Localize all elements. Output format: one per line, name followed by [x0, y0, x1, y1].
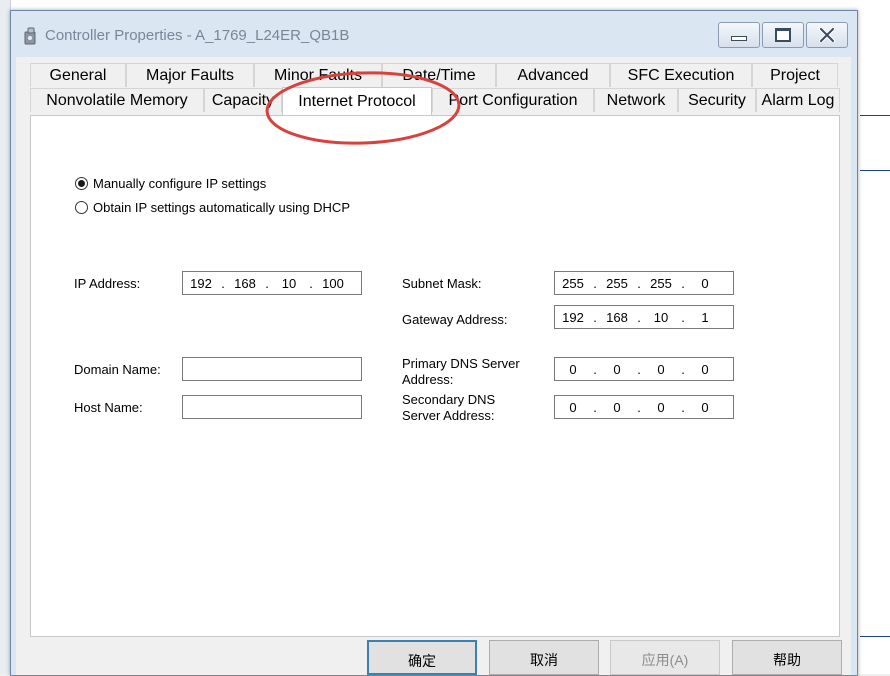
- ip-dot: .: [637, 361, 641, 377]
- ip-dot: .: [265, 275, 269, 291]
- tab-port-configuration[interactable]: Port Configuration: [432, 88, 594, 112]
- secondary-dns-label-line1: Secondary DNS: [402, 392, 496, 407]
- subnet-octet[interactable]: 255: [555, 276, 591, 291]
- manual-ip-radio[interactable]: [75, 177, 88, 190]
- ip-dot: .: [681, 361, 685, 377]
- dns-octet[interactable]: 0: [687, 400, 723, 415]
- host-name-label: Host Name:: [74, 400, 143, 415]
- ip-dot: .: [593, 361, 597, 377]
- manual-ip-label: Manually configure IP settings: [93, 176, 267, 191]
- ip-address-label: IP Address:: [74, 276, 141, 291]
- ip-address-field[interactable]: 192. 168. 10. 100: [182, 271, 362, 295]
- minimize-button[interactable]: [718, 22, 760, 48]
- tab-network[interactable]: Network: [594, 88, 678, 112]
- tab-date-time[interactable]: Date/Time: [382, 63, 496, 87]
- dns-octet[interactable]: 0: [599, 362, 635, 377]
- ip-dot: .: [681, 275, 685, 291]
- primary-dns-label: Primary DNS Server Address:: [402, 356, 520, 388]
- internet-protocol-panel: Manually configure IP settings Obtain IP…: [30, 115, 840, 637]
- ip-octet[interactable]: 168: [227, 276, 263, 291]
- ip-dot: .: [681, 399, 685, 415]
- dns-octet[interactable]: 0: [643, 362, 679, 377]
- dhcp-label: Obtain IP settings automatically using D…: [93, 200, 350, 215]
- dhcp-option[interactable]: Obtain IP settings automatically using D…: [75, 200, 350, 215]
- maximize-icon: [775, 28, 791, 42]
- controller-properties-dialog: Controller Properties - A_1769_L24ER_QB1…: [10, 10, 858, 676]
- ip-dot: .: [637, 399, 641, 415]
- background-line: [860, 170, 890, 171]
- gateway-octet[interactable]: 168: [599, 310, 635, 325]
- subnet-mask-field[interactable]: 255. 255. 255. 0: [554, 271, 734, 295]
- background-top: [0, 0, 890, 10]
- host-name-input[interactable]: [182, 395, 362, 419]
- primary-dns-label-line1: Primary DNS Server: [402, 356, 520, 371]
- background-line: [860, 636, 890, 637]
- maximize-button[interactable]: [762, 22, 804, 48]
- close-icon: [819, 28, 835, 42]
- secondary-dns-field[interactable]: 0. 0. 0. 0: [554, 395, 734, 419]
- apply-button[interactable]: 应用(A): [610, 640, 720, 675]
- tab-nonvolatile-memory[interactable]: Nonvolatile Memory: [30, 88, 204, 112]
- manual-ip-option[interactable]: Manually configure IP settings: [75, 176, 266, 191]
- dialog-client-area: General Major Faults Minor Faults Date/T…: [16, 57, 851, 675]
- tab-general[interactable]: General: [30, 63, 126, 87]
- ok-button[interactable]: 确定: [367, 640, 477, 675]
- subnet-octet[interactable]: 255: [643, 276, 679, 291]
- tab-project[interactable]: Project: [752, 63, 838, 87]
- gateway-octet[interactable]: 1: [687, 310, 723, 325]
- minimize-icon: [731, 35, 747, 41]
- tab-capacity[interactable]: Capacity: [204, 88, 282, 112]
- background-line: [860, 115, 890, 116]
- tab-sfc-execution[interactable]: SFC Execution: [610, 63, 752, 87]
- dns-octet[interactable]: 0: [643, 400, 679, 415]
- subnet-octet[interactable]: 255: [599, 276, 635, 291]
- subnet-octet[interactable]: 0: [687, 276, 723, 291]
- close-button[interactable]: [806, 22, 848, 48]
- subnet-mask-label: Subnet Mask:: [402, 276, 482, 291]
- ip-octet[interactable]: 192: [183, 276, 219, 291]
- ip-octet[interactable]: 100: [315, 276, 351, 291]
- domain-name-label: Domain Name:: [74, 362, 161, 377]
- ip-dot: .: [637, 275, 641, 291]
- dns-octet[interactable]: 0: [599, 400, 635, 415]
- ip-dot: .: [221, 275, 225, 291]
- background-application: [858, 0, 890, 674]
- ip-dot: .: [309, 275, 313, 291]
- dns-octet[interactable]: 0: [555, 400, 591, 415]
- tab-alarm-log[interactable]: Alarm Log: [756, 88, 840, 112]
- window-title: Controller Properties - A_1769_L24ER_QB1…: [45, 27, 350, 44]
- tab-advanced[interactable]: Advanced: [496, 63, 610, 87]
- domain-name-input[interactable]: [182, 357, 362, 381]
- secondary-dns-label-line2: Server Address:: [402, 408, 495, 423]
- cancel-button[interactable]: 取消: [489, 640, 599, 675]
- tab-minor-faults[interactable]: Minor Faults: [254, 63, 382, 87]
- ip-dot: .: [593, 399, 597, 415]
- gateway-octet[interactable]: 10: [643, 310, 679, 325]
- dhcp-radio[interactable]: [75, 201, 88, 214]
- tab-security[interactable]: Security: [678, 88, 756, 112]
- dns-octet[interactable]: 0: [555, 362, 591, 377]
- dns-octet[interactable]: 0: [687, 362, 723, 377]
- tab-major-faults[interactable]: Major Faults: [126, 63, 254, 87]
- ip-dot: .: [593, 309, 597, 325]
- gateway-address-field[interactable]: 192. 168. 10. 1: [554, 305, 734, 329]
- title-bar[interactable]: Controller Properties - A_1769_L24ER_QB1…: [11, 11, 857, 57]
- tab-internet-protocol[interactable]: Internet Protocol: [282, 87, 432, 115]
- primary-dns-label-line2: Address:: [402, 372, 454, 387]
- ip-dot: .: [593, 275, 597, 291]
- controller-icon: [24, 27, 36, 45]
- ip-octet[interactable]: 10: [271, 276, 307, 291]
- gateway-octet[interactable]: 192: [555, 310, 591, 325]
- gateway-address-label: Gateway Address:: [402, 312, 508, 327]
- ip-dot: .: [681, 309, 685, 325]
- ip-dot: .: [637, 309, 641, 325]
- help-button[interactable]: 帮助: [732, 640, 842, 675]
- primary-dns-field[interactable]: 0. 0. 0. 0: [554, 357, 734, 381]
- secondary-dns-label: Secondary DNS Server Address:: [402, 392, 495, 424]
